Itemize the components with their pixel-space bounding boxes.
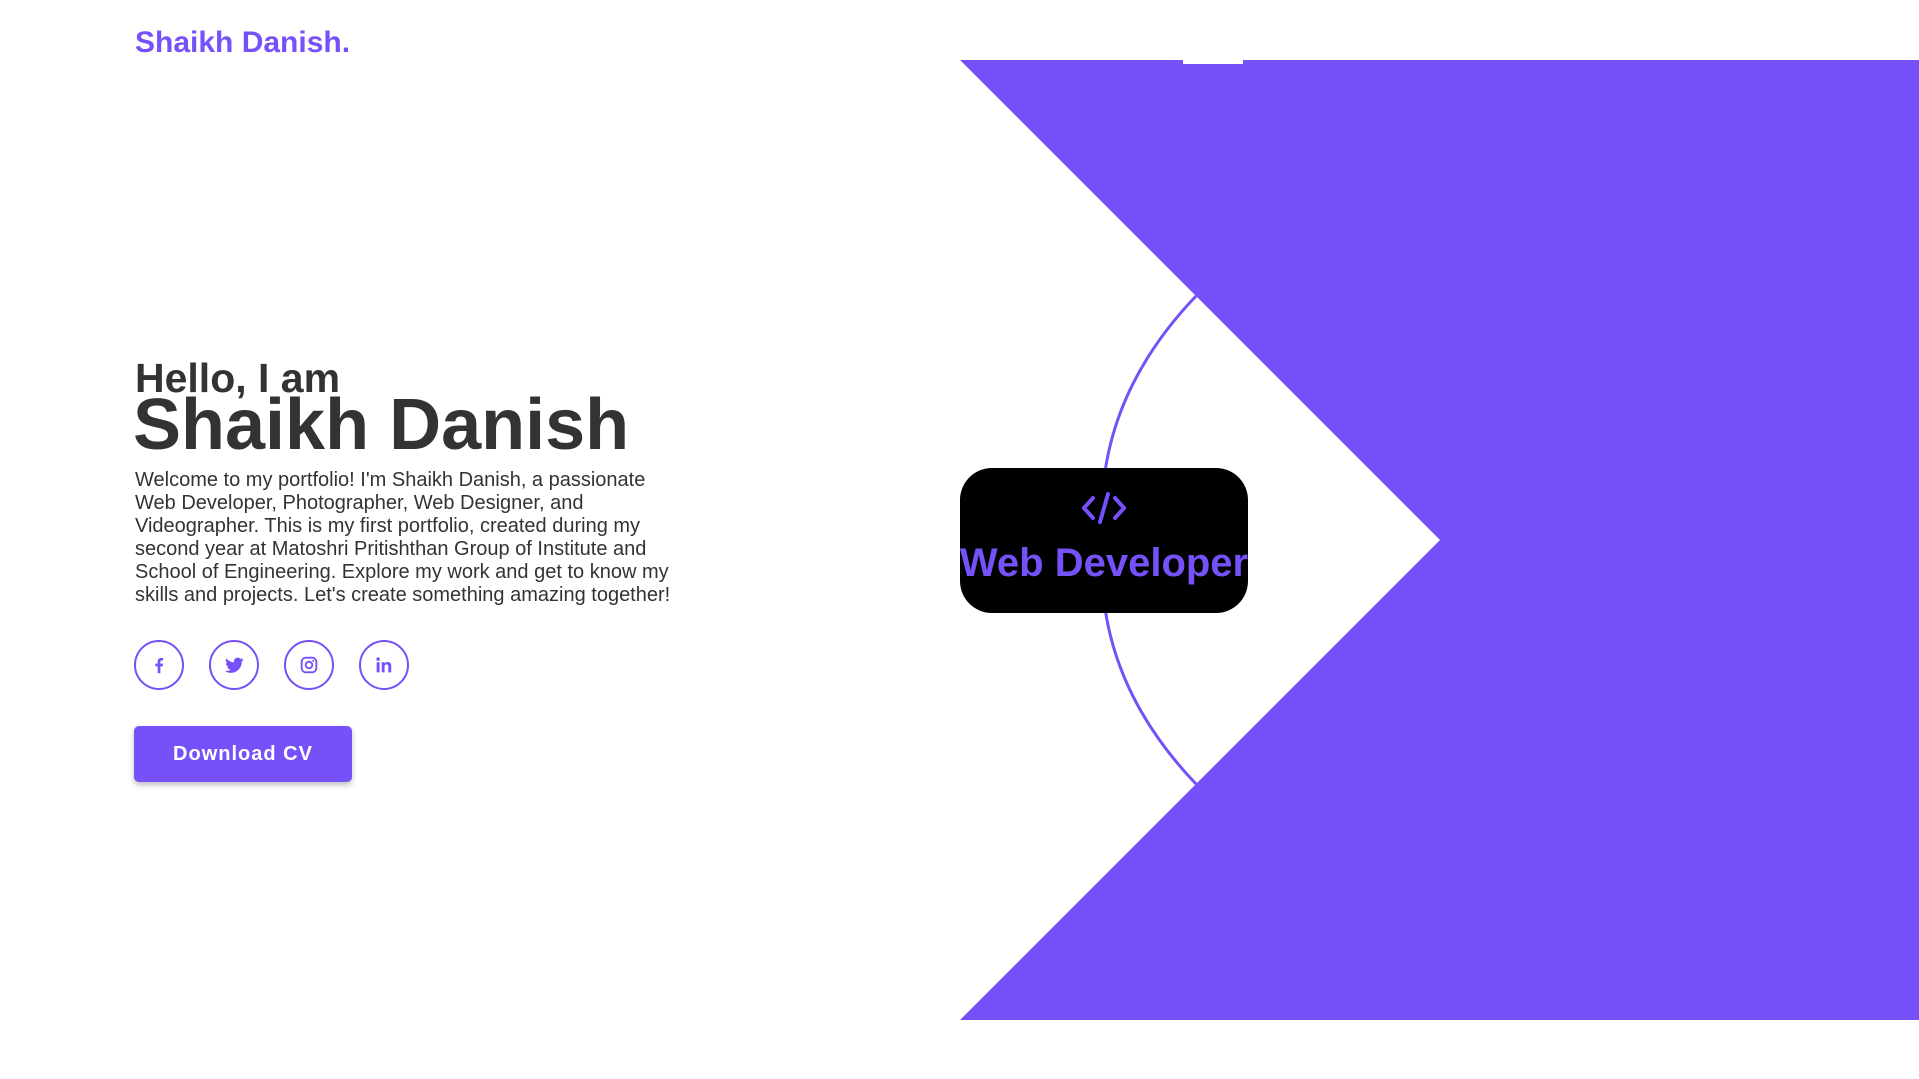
facebook-link[interactable]: [134, 640, 184, 690]
linkedin-icon: [376, 657, 392, 673]
facebook-icon: [155, 657, 164, 674]
twitter-link[interactable]: [209, 640, 259, 690]
social-links: [134, 640, 409, 690]
instagram-link[interactable]: [284, 640, 334, 690]
role-title: Web Developer: [959, 541, 1249, 585]
twitter-icon: [224, 657, 244, 673]
hero-name: Shaikh Danish: [133, 385, 630, 465]
instagram-icon: [300, 656, 318, 674]
hero-bio: Welcome to my portfolio! I'm Shaikh Dani…: [135, 469, 671, 606]
page: Shaikh Danish. Hello, I am Shaikh Danish…: [0, 0, 1919, 1079]
site-logo[interactable]: Shaikh Danish.: [135, 26, 350, 60]
linkedin-link[interactable]: [359, 640, 409, 690]
header-notch: [1183, 58, 1243, 64]
code-icon: [1082, 492, 1126, 524]
role-card: Web Developer: [960, 468, 1248, 613]
download-cv-button[interactable]: Download CV: [134, 726, 352, 782]
